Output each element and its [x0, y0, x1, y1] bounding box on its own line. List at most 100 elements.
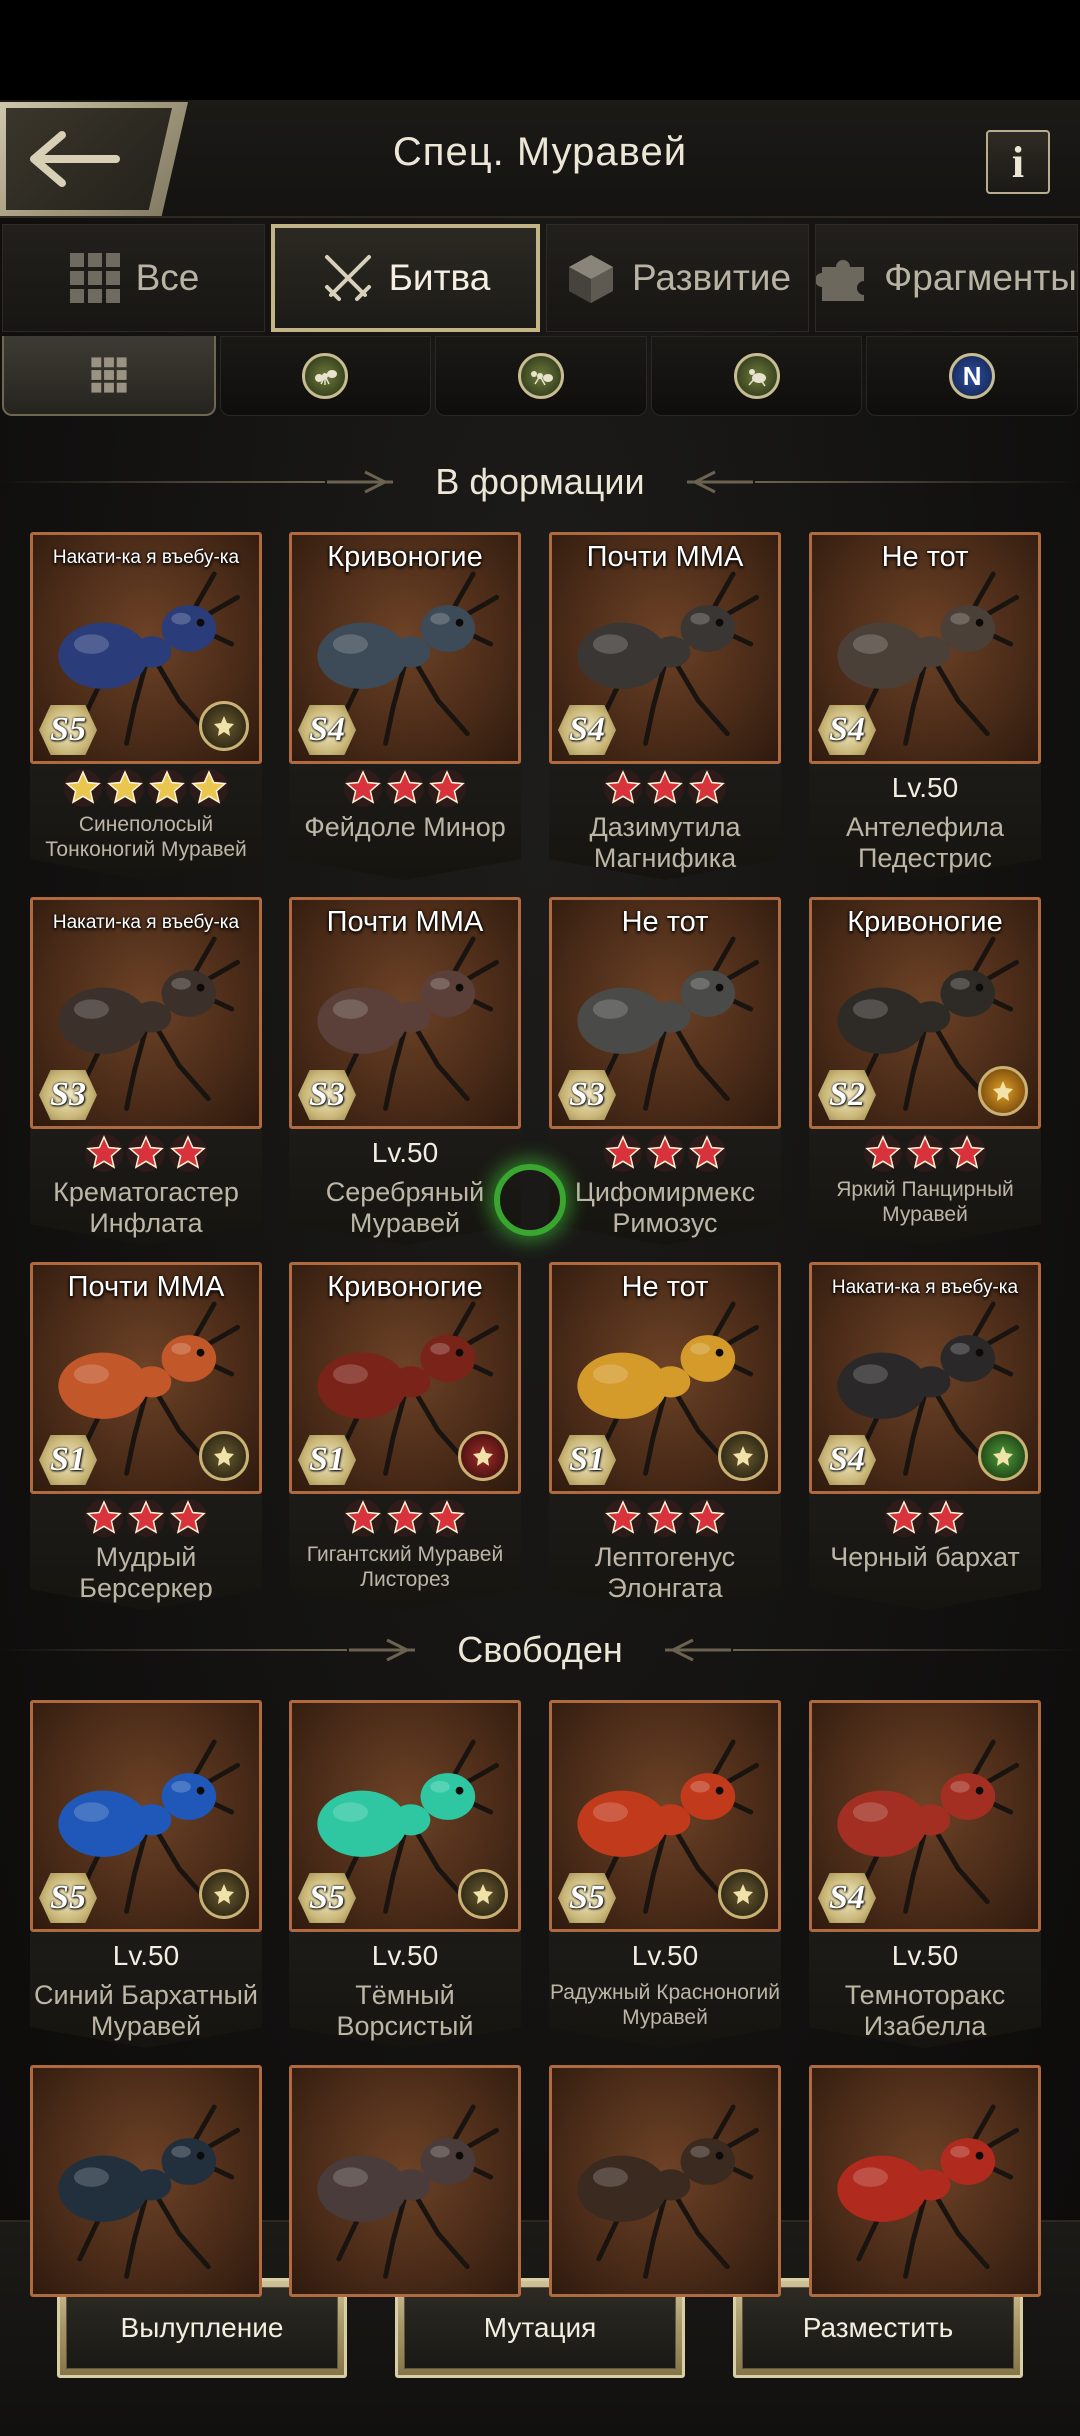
ant-portrait: S4 [809, 1700, 1041, 1932]
ant-type-icon [517, 353, 564, 399]
ant-card[interactable] [289, 2065, 521, 2297]
star-icon [190, 769, 228, 807]
tab-battle[interactable]: Битва [271, 224, 540, 332]
star-rating [30, 1494, 262, 1542]
ant-card-footer: Крематогастер Инфлата [30, 1129, 262, 1245]
star-icon [927, 1499, 965, 1537]
star-icon [688, 769, 726, 807]
ant-card[interactable]: Кривоногие S1 Гигантский Муравей Листорез [289, 1262, 521, 1610]
skill-badge-icon [718, 1431, 768, 1481]
tab-development[interactable]: Развитие [546, 224, 809, 332]
tab-development-label: Развитие [631, 257, 792, 298]
ant-illustration [577, 2104, 760, 2279]
ant-name: Тёмный Ворсистый Муравей [336, 1980, 474, 2072]
ant-card-footer: Черный бархат [809, 1494, 1041, 1610]
skill-badge-icon [199, 701, 249, 751]
ant-portrait: Кривоногие S1 [289, 1262, 521, 1494]
ant-card-footer: Мудрый Берсеркер [30, 1494, 262, 1610]
star-icon [688, 1134, 726, 1172]
squad-tag: Не тот [881, 541, 969, 573]
ant-card[interactable] [809, 2065, 1041, 2297]
tab-fragments[interactable]: Фрагменты [815, 224, 1078, 332]
ant-card[interactable]: Накати-ка я въебу-ка S3 Крематогастер Инфл… [30, 897, 262, 1245]
grade-label: S5 [50, 711, 86, 748]
filter-type-2[interactable] [435, 336, 647, 416]
grade-badge: S3 [298, 1070, 356, 1120]
ant-card[interactable] [30, 2065, 262, 2297]
ant-portrait [30, 2065, 262, 2297]
star-icon [85, 1134, 123, 1172]
ornament-icon [327, 470, 394, 494]
ant-card[interactable]: Накати-ка я въебу-ка S4 Черный бархат [809, 1262, 1041, 1610]
puzzle-icon [816, 260, 865, 301]
ant-card[interactable]: Почти ММА S1 Мудрый Берсеркер [30, 1262, 262, 1610]
ant-card[interactable]: Не тот S1 Лептогенус Элонгата [549, 1262, 781, 1610]
filter-type-1[interactable] [219, 336, 432, 416]
ant-illustration [317, 2104, 500, 2279]
ant-illustration [58, 2104, 241, 2279]
grid-icon [91, 357, 127, 393]
grade-label: S4 [829, 711, 865, 748]
ant-card[interactable]: Не тот S4 Lv.50 Антелефила Педестрис [809, 532, 1041, 880]
status-bar [0, 0, 1080, 100]
ant-type-icon [733, 353, 780, 399]
ant-card[interactable]: Кривоногие S4 Фейдоле Минор [289, 532, 521, 880]
ant-card[interactable]: Почти ММА S4 Дазимутила Магнифика [549, 532, 781, 880]
star-icon [885, 1499, 923, 1537]
level-label: Lv.50 [891, 1940, 959, 1971]
ant-name: Синеполосый Тонконогий Муравей [45, 813, 247, 861]
squad-tag: Не тот [621, 906, 709, 938]
ant-portrait [809, 2065, 1041, 2297]
ant-card[interactable]: Кривоногие S2 Яркий Панцирный Муравей [809, 897, 1041, 1245]
ant-card-footer: Lv.50 Серебряный Муравей [289, 1129, 521, 1245]
grade-badge: S3 [558, 1070, 616, 1120]
ant-portrait: Накати-ка я въебу-ка S3 [30, 897, 262, 1129]
filter-rarity-n[interactable]: N [866, 336, 1078, 416]
floating-assistant-button[interactable] [494, 1164, 566, 1236]
star-rating [30, 1129, 262, 1177]
star-icon [127, 1134, 165, 1172]
info-button[interactable]: i [986, 130, 1050, 194]
ant-name: Гигантский Муравей Листорез [306, 1543, 504, 1591]
star-icon [906, 1134, 944, 1172]
filter-type-3[interactable] [650, 336, 863, 416]
ant-card[interactable]: S5 Lv.50 Тёмный Ворсистый Муравей [289, 1700, 521, 2048]
tab-all[interactable]: Все [2, 224, 265, 332]
category-tabs: Все Битва Развитие Фрагменты [0, 224, 1080, 336]
star-icon [604, 1134, 642, 1172]
ant-card-footer: Гигантский Муравей Листорез [289, 1494, 521, 1610]
grade-badge: S3 [39, 1070, 97, 1120]
ant-name: Серебряный Муравей [325, 1177, 485, 1238]
squad-tag: Накати-ка я въебу-ка [52, 547, 240, 568]
ant-portrait: S5 [549, 1700, 781, 1932]
squad-tag: Не тот [621, 1271, 709, 1303]
ant-portrait: Накати-ка я въебу-ка S5 [30, 532, 262, 764]
ant-portrait: Почти ММА S1 [30, 1262, 262, 1494]
star-icon [604, 769, 642, 807]
squad-tag: Кривоногие [847, 906, 1003, 938]
tab-fragments-label: Фрагменты [884, 257, 1077, 298]
ant-card[interactable]: Почти ММА S3 Lv.50 Серебряный Муравей [289, 897, 521, 1245]
star-icon [604, 1499, 642, 1537]
ant-illustration [837, 2104, 1020, 2279]
star-icon [64, 769, 102, 807]
ant-card[interactable]: S5 Lv.50 Синий Бархатный Муравей [30, 1700, 262, 2048]
ant-card[interactable]: Не тот S3 Цифомирмекс Римозус [549, 897, 781, 1245]
ant-name: Крематогастер Инфлата [53, 1177, 239, 1238]
star-rating [30, 764, 262, 812]
ant-card[interactable]: S4 Lv.50 Темноторакс Изабелла [809, 1700, 1041, 2048]
ant-card[interactable]: S5 Lv.50 Радужный Красноногий Муравей [549, 1700, 781, 2048]
filter-all[interactable] [2, 336, 216, 416]
grade-label: S1 [569, 1441, 605, 1478]
ant-card-footer: Лептогенус Элонгата [549, 1494, 781, 1610]
level-label: Lv.50 [112, 1940, 180, 1971]
tab-battle-label: Битва [388, 257, 491, 298]
squad-tag: Кривоногие [327, 1271, 483, 1303]
ant-card[interactable]: Накати-ка я въебу-ка S5 Синеполосый Тонкон… [30, 532, 262, 880]
ant-card[interactable] [549, 2065, 781, 2297]
star-icon [344, 769, 382, 807]
hatch-button-label: Вылупление [120, 2312, 284, 2343]
squad-tag: Почти ММА [326, 906, 484, 938]
ant-portrait: S5 [30, 1700, 262, 1932]
ant-card-footer: Lv.50 Темноторакс Изабелла [809, 1932, 1041, 2048]
